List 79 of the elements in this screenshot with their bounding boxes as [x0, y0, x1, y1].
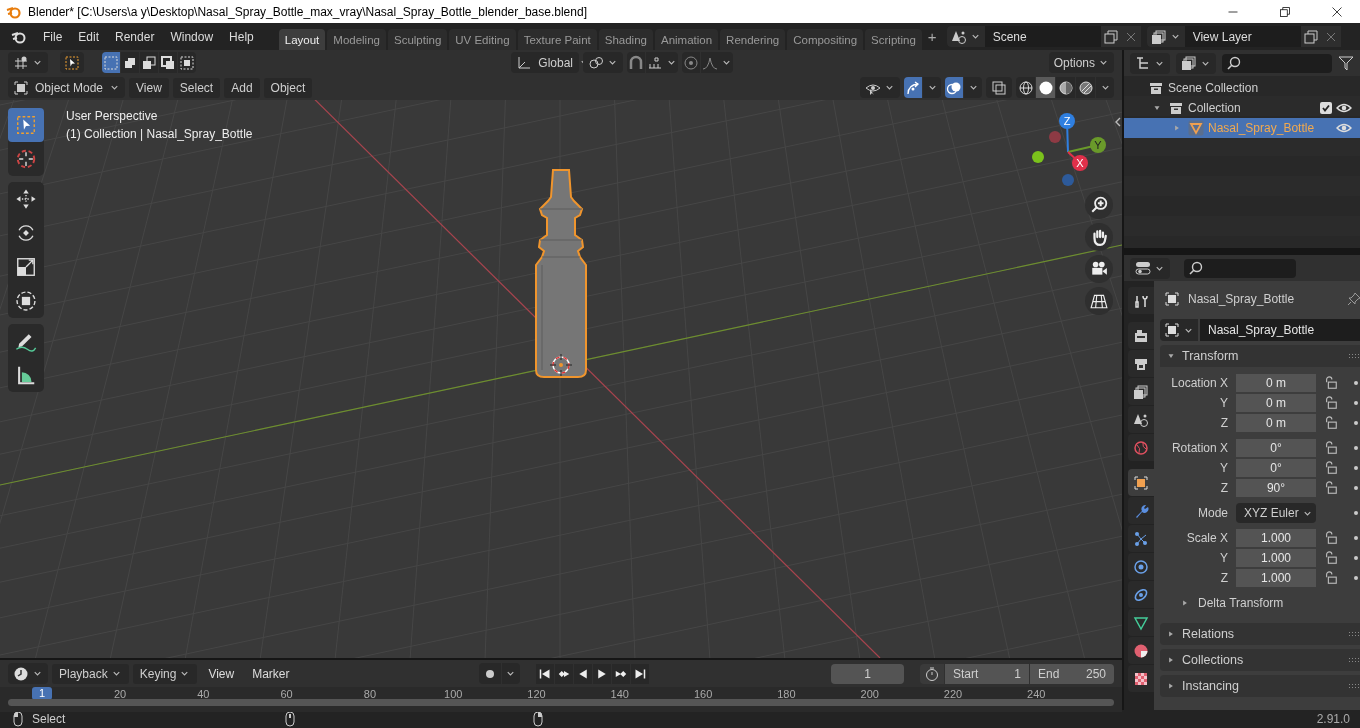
object-name: Nasal_Spray_Bottle: [1188, 292, 1296, 306]
property-label: Z: [1219, 416, 1228, 430]
property-label: Y: [1219, 396, 1228, 410]
object-name-field[interactable]: Nasal_Spray_Bottle: [1200, 319, 1360, 341]
workspace-tab[interactable]: UV Editing: [449, 28, 516, 50]
axis-label: Y: [1094, 139, 1102, 151]
header-menu[interactable]: View: [129, 77, 169, 98]
property-label: Y: [1219, 551, 1228, 565]
viewport-info-text: User Perspective: [66, 109, 159, 123]
panel-title[interactable]: Transform: [1182, 349, 1342, 363]
workspace-tab[interactable]: Compositing: [787, 28, 864, 50]
workspace-tab[interactable]: Texture Paint: [517, 28, 597, 50]
property-label: Location X: [1170, 376, 1228, 390]
number-field[interactable]: 0°: [1236, 438, 1316, 458]
number-field[interactable]: 0°: [1236, 458, 1316, 478]
frame-number: 20: [113, 688, 127, 700]
mode-dropdown[interactable]: XYZ Euler: [1236, 503, 1316, 523]
menu-item[interactable]: Window: [163, 26, 221, 47]
property-label: Z: [1219, 571, 1228, 585]
header-menu[interactable]: Select: [172, 77, 221, 98]
workspace-tab[interactable]: Animation: [654, 28, 719, 50]
frame-number: 100: [444, 688, 463, 700]
frame-number: 180: [777, 688, 796, 700]
version-text: 2.91.0: [1316, 712, 1350, 726]
timeline-menu[interactable]: Keying: [132, 663, 198, 684]
current-frame-field[interactable]: 1: [831, 663, 904, 684]
workspace-tab[interactable]: Rendering: [720, 28, 786, 50]
workspace-tab[interactable]: Modeling: [327, 28, 386, 50]
number-field[interactable]: 0 m: [1236, 413, 1316, 433]
timeline-menu[interactable]: View: [201, 663, 242, 684]
viewport-info-text: (1) Collection | Nasal_Spray_Bottle: [66, 127, 253, 141]
property-label: Rotation X: [1170, 441, 1228, 455]
orientation-dropdown[interactable]: Global: [511, 52, 580, 73]
number-field[interactable]: 0 m: [1236, 393, 1316, 413]
workspace-tab[interactable]: Sculpting: [387, 28, 448, 50]
window-title: Blender* [C:\Users\a y\Desktop\Nasal_Spray_Bottle_max_vray\Nasal_Spray_Bottle_blender_base.blend]: [28, 4, 588, 19]
menu-item[interactable]: Help: [222, 26, 261, 47]
axis-label: Z: [1063, 115, 1071, 127]
frame-number: 60: [280, 688, 293, 700]
menu-item[interactable]: Render: [108, 26, 162, 47]
timeline-menu[interactable]: Playback: [52, 663, 129, 684]
workspace-tab[interactable]: Shading: [598, 28, 653, 50]
frame-number: 160: [693, 688, 713, 700]
frame-number: 40: [197, 688, 210, 700]
outliner-row[interactable]: Collection: [1124, 98, 1360, 118]
outliner-row[interactable]: Scene Collection: [1124, 78, 1360, 98]
frame-number: 140: [610, 688, 629, 700]
workspace-tab[interactable]: Layout: [278, 28, 326, 50]
subpanel-title[interactable]: Delta Transform: [1198, 596, 1284, 610]
axis-label: X: [1076, 157, 1084, 169]
number-field[interactable]: 0 m: [1236, 373, 1316, 393]
status-hint: Select: [32, 712, 66, 726]
add-workspace-button[interactable]: +: [923, 28, 941, 45]
frame-number: 120: [527, 688, 546, 700]
end-frame-field[interactable]: End 250: [1030, 663, 1114, 684]
number-field[interactable]: 1.000: [1236, 528, 1316, 548]
property-label: Scale X: [1185, 531, 1228, 545]
number-field[interactable]: 1.000: [1236, 568, 1316, 588]
frame-number: 220: [943, 688, 963, 700]
property-label: Y: [1219, 461, 1228, 475]
frame-number: 240: [1027, 688, 1046, 700]
property-label: Z: [1219, 481, 1228, 495]
number-field[interactable]: 90°: [1236, 478, 1316, 498]
mode-dropdown[interactable]: Object Mode: [8, 77, 126, 98]
timeline-menu[interactable]: Marker: [245, 663, 297, 684]
header-menu[interactable]: Object: [263, 77, 313, 98]
frame-number: 200: [860, 688, 879, 700]
options-dropdown[interactable]: Options: [1048, 52, 1114, 73]
menu-item[interactable]: Edit: [71, 26, 107, 47]
workspace-tab[interactable]: Scripting: [865, 28, 922, 50]
header-menu[interactable]: Add: [224, 77, 260, 98]
property-label: Mode: [1196, 506, 1228, 520]
menu-item[interactable]: File: [36, 26, 70, 47]
outliner-label: Scene Collection: [1168, 81, 1260, 95]
start-frame-field[interactable]: Start 1: [945, 663, 1029, 684]
outliner-label: Collection: [1188, 101, 1242, 115]
outliner-label: Nasal_Spray_Bottle: [1208, 121, 1316, 135]
number-field[interactable]: 1.000: [1236, 548, 1316, 568]
frame-number: 80: [363, 688, 376, 700]
